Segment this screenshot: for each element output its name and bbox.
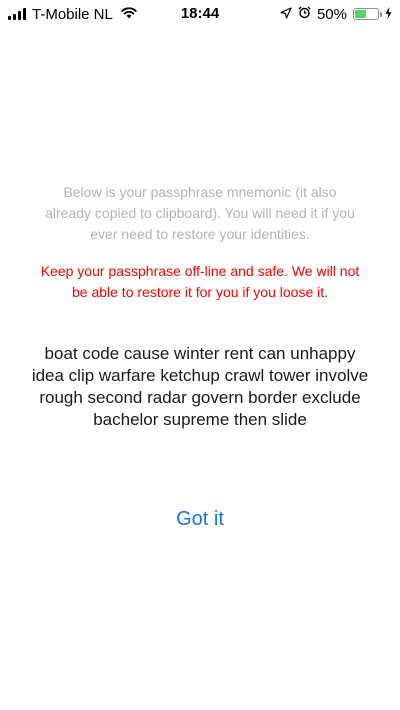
passphrase-screen: T-Mobile NL 18:44 50% Below is your pass… <box>0 0 400 710</box>
passphrase-warning-text: Keep your passphrase off-line and safe. … <box>40 263 360 300</box>
charging-icon <box>385 6 392 23</box>
battery-percent: 50% <box>316 5 347 23</box>
passphrase-info-text: Below is your passphrase mnemonic (it al… <box>45 184 355 242</box>
got-it-button[interactable]: Got it <box>140 503 260 535</box>
status-bar-right: 50% <box>280 0 392 28</box>
battery-fill <box>355 10 366 18</box>
status-bar: T-Mobile NL 18:44 50% <box>0 0 400 28</box>
alarm-icon <box>298 6 311 23</box>
battery-cap <box>380 12 382 17</box>
passphrase-mnemonic: boat code cause winter rent can unhappy … <box>31 344 369 429</box>
battery-icon <box>353 8 382 20</box>
location-icon <box>280 6 292 23</box>
